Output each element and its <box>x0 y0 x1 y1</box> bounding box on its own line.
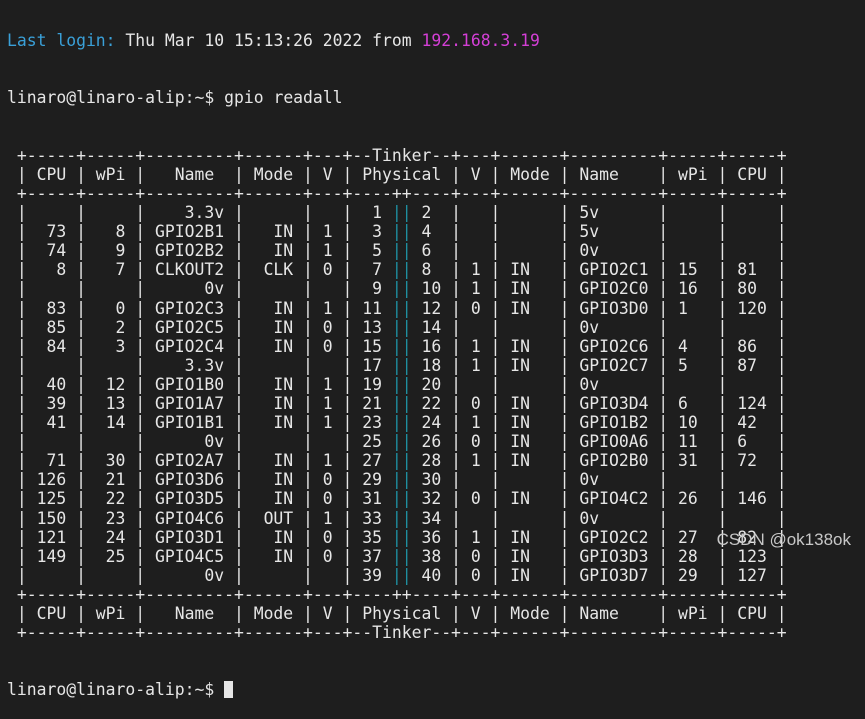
table-border: +-----+-----+---------+------+---+----++… <box>7 584 787 604</box>
table-row: | 71 | 30 | GPIO2A7 | IN | 1 | 27 || 28 … <box>7 451 787 471</box>
table-row: | | | 3.3v | | | 17 || 18 | 1 | IN | GPI… <box>7 355 787 375</box>
table-row: | 84 | 3 | GPIO2C4 | IN | 0 | 15 || 16 |… <box>7 336 787 356</box>
watermark: CSDN @ok138ok <box>716 529 851 549</box>
table-row: | 73 | 8 | GPIO2B1 | IN | 1 | 3 || 4 | |… <box>7 222 787 242</box>
table-row: | | | 0v | | | 9 || 10 | 1 | IN | GPIO2C… <box>7 279 787 299</box>
table-row: | 149 | 25 | GPIO4C5 | IN | 0 | 37 || 38… <box>7 546 787 566</box>
table-row: | 125 | 22 | GPIO3D5 | IN | 0 | 31 || 32… <box>7 489 787 509</box>
last-login-label: Last login: <box>7 31 116 51</box>
prompt: linaro@linaro-alip:~$ <box>7 88 225 108</box>
table-row: | 74 | 9 | GPIO2B2 | IN | 1 | 5 || 6 | |… <box>7 241 787 261</box>
table-row: | 121 | 24 | GPIO3D1 | IN | 0 | 35 || 36… <box>7 527 787 547</box>
table-footer-header: | CPU | wPi | Name | Mode | V | Physical… <box>7 604 787 623</box>
table-row: | 41 | 14 | GPIO1B1 | IN | 1 | 23 || 24 … <box>7 413 787 433</box>
terminal[interactable]: Last login: Thu Mar 10 15:13:26 2022 fro… <box>7 0 787 719</box>
table-row: | 126 | 21 | GPIO3D6 | IN | 0 | 29 || 30… <box>7 470 787 490</box>
table-row: | 85 | 2 | GPIO2C5 | IN | 0 | 13 || 14 |… <box>7 317 787 337</box>
last-login-line: Last login: Thu Mar 10 15:13:26 2022 fro… <box>7 31 787 50</box>
table-row: | 150 | 23 | GPIO4C6 | OUT | 1 | 33 || 3… <box>7 508 787 528</box>
last-login-text: Thu Mar 10 15:13:26 2022 from <box>115 31 422 51</box>
table-row: | 39 | 13 | GPIO1A7 | IN | 1 | 21 || 22 … <box>7 393 787 413</box>
input-line[interactable]: linaro@linaro-alip:~$ <box>7 680 787 699</box>
table-border-bottom: +-----+-----+---------+------+---+--Tink… <box>7 623 787 643</box>
table-header: | CPU | wPi | Name | Mode | V | Physical… <box>7 164 787 184</box>
table-row: | | | 0v | | | 39 || 40 | 0 | IN | GPIO3… <box>7 565 787 585</box>
table-row: | 83 | 0 | GPIO2C3 | IN | 1 | 11 || 12 |… <box>7 298 787 318</box>
table-row: | | | 3.3v | | | 1 || 2 | | | 5v | | | <box>7 203 787 223</box>
command-line: linaro@linaro-alip:~$ gpio readall <box>7 88 787 107</box>
prompt: linaro@linaro-alip:~$ <box>7 680 225 700</box>
cursor[interactable] <box>224 681 234 699</box>
last-login-ip: 192.168.3.19 <box>421 31 540 51</box>
table-border: +-----+-----+---------+------+---+----++… <box>7 183 787 203</box>
table-border-top: +-----+-----+---------+------+---+--Tink… <box>7 145 787 165</box>
table-row: | 40 | 12 | GPIO1B0 | IN | 1 | 19 || 20 … <box>7 374 787 394</box>
command: gpio readall <box>224 88 343 108</box>
table-row: | 8 | 7 | CLKOUT2 | CLK | 0 | 7 || 8 | 1… <box>7 260 787 280</box>
table-row: | | | 0v | | | 25 || 26 | 0 | IN | GPIO0… <box>7 432 787 452</box>
gpio-table: +-----+-----+---------+------+---+--Tink… <box>7 146 787 642</box>
